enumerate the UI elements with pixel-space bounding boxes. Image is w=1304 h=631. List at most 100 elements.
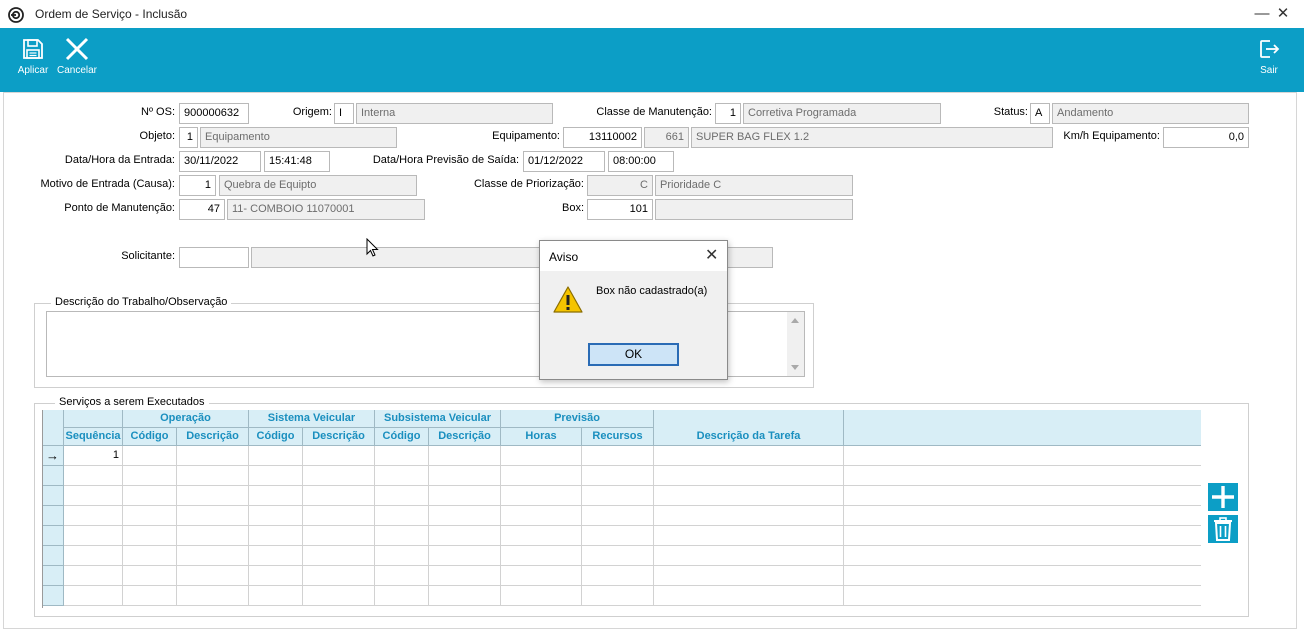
grid-cell[interactable] [501, 546, 582, 566]
grid-cell[interactable] [844, 526, 1201, 546]
row-indicator[interactable] [43, 506, 64, 526]
grid-cell[interactable] [654, 526, 844, 546]
previsao-saida-date-field[interactable]: 01/12/2022 [523, 151, 605, 172]
cancel-button[interactable]: Cancelar [56, 28, 98, 92]
grid-cell[interactable] [249, 546, 303, 566]
grid-cell[interactable] [501, 486, 582, 506]
descricao-scrollbar[interactable] [787, 312, 804, 376]
row-indicator[interactable]: → [43, 446, 64, 466]
grid-cell[interactable] [844, 546, 1201, 566]
grid-cell[interactable] [429, 486, 501, 506]
servicos-grid[interactable]: Operação Sistema Veicular Subsistema Vei… [42, 410, 1201, 608]
grid-cell[interactable] [249, 526, 303, 546]
grid-cell[interactable] [303, 446, 375, 466]
grid-col-descricao-tarefa[interactable]: Descrição da Tarefa [654, 410, 844, 446]
row-indicator[interactable] [43, 586, 64, 606]
objeto-code-field[interactable]: 1 [179, 127, 198, 148]
grid-cell[interactable] [501, 446, 582, 466]
grid-cell[interactable] [303, 586, 375, 606]
classe-manutencao-code-field[interactable]: 1 [715, 103, 741, 124]
grid-cell[interactable] [375, 446, 429, 466]
grid-cell[interactable] [582, 526, 654, 546]
grid-cell[interactable] [303, 546, 375, 566]
grid-cell[interactable] [303, 506, 375, 526]
grid-cell[interactable] [64, 586, 123, 606]
grid-cell[interactable] [123, 486, 177, 506]
grid-cell[interactable] [249, 466, 303, 486]
grid-cell[interactable] [123, 446, 177, 466]
grid-cell[interactable] [64, 486, 123, 506]
grid-col-subsistema-descricao[interactable]: Descrição [429, 428, 501, 446]
origem-code-field[interactable]: I [334, 103, 354, 124]
grid-cell[interactable] [249, 506, 303, 526]
scroll-down-icon[interactable] [791, 365, 799, 370]
solicitante-code-field[interactable] [179, 247, 249, 268]
grid-cell[interactable] [501, 466, 582, 486]
grid-cell[interactable] [375, 546, 429, 566]
exit-button[interactable]: Sair [1252, 28, 1286, 92]
grid-cell[interactable] [64, 546, 123, 566]
grid-cell[interactable] [654, 486, 844, 506]
entrada-time-field[interactable]: 15:41:48 [264, 151, 330, 172]
scroll-up-icon[interactable] [791, 318, 799, 323]
grid-cell[interactable] [582, 446, 654, 466]
grid-cell[interactable] [123, 546, 177, 566]
grid-cell[interactable] [582, 566, 654, 586]
grid-cell[interactable] [501, 506, 582, 526]
close-window-button[interactable]: ✕ [1272, 4, 1294, 24]
grid-cell[interactable] [177, 446, 249, 466]
minimize-button[interactable]: — [1251, 4, 1273, 24]
grid-cell[interactable] [249, 586, 303, 606]
grid-cell[interactable] [64, 466, 123, 486]
grid-cell[interactable] [501, 566, 582, 586]
grid-cell[interactable] [375, 466, 429, 486]
grid-cell[interactable] [429, 506, 501, 526]
grid-cell[interactable] [582, 486, 654, 506]
grid-col-subsistema-codigo[interactable]: Código [375, 428, 429, 446]
grid-cell[interactable] [582, 506, 654, 526]
grid-cell[interactable] [123, 506, 177, 526]
row-indicator[interactable] [43, 526, 64, 546]
grid-cell[interactable] [177, 586, 249, 606]
grid-cell[interactable] [249, 446, 303, 466]
grid-cell[interactable] [654, 546, 844, 566]
grid-cell[interactable] [177, 466, 249, 486]
grid-cell[interactable] [501, 526, 582, 546]
grid-cell[interactable] [375, 486, 429, 506]
dialog-ok-button[interactable]: OK [588, 343, 679, 366]
grid-cell-sequencia[interactable]: 1 [64, 446, 123, 466]
row-indicator[interactable] [43, 466, 64, 486]
row-indicator[interactable] [43, 546, 64, 566]
os-number-field[interactable]: 900000632 [179, 103, 249, 124]
grid-cell[interactable] [654, 566, 844, 586]
grid-cell[interactable] [177, 566, 249, 586]
row-indicator[interactable] [43, 566, 64, 586]
grid-cell[interactable] [177, 506, 249, 526]
grid-cell[interactable] [844, 586, 1201, 606]
grid-cell[interactable] [582, 546, 654, 566]
grid-cell[interactable] [429, 466, 501, 486]
grid-cell[interactable] [429, 526, 501, 546]
grid-cell[interactable] [582, 466, 654, 486]
grid-cell[interactable] [123, 566, 177, 586]
grid-cell[interactable] [654, 466, 844, 486]
grid-cell[interactable] [375, 566, 429, 586]
grid-cell[interactable] [501, 586, 582, 606]
grid-cell[interactable] [375, 526, 429, 546]
grid-col-operacao-codigo[interactable]: Código [123, 428, 177, 446]
grid-cell[interactable] [64, 566, 123, 586]
grid-cell[interactable] [177, 546, 249, 566]
grid-cell[interactable] [429, 546, 501, 566]
grid-cell[interactable] [429, 446, 501, 466]
grid-cell[interactable] [249, 486, 303, 506]
grid-cell[interactable] [249, 566, 303, 586]
previsao-saida-time-field[interactable]: 08:00:00 [608, 151, 674, 172]
grid-col-sequencia[interactable]: Sequência [64, 428, 123, 446]
delete-row-button[interactable] [1208, 515, 1238, 543]
grid-cell[interactable] [303, 526, 375, 546]
grid-cell[interactable] [429, 566, 501, 586]
grid-cell[interactable] [303, 486, 375, 506]
row-indicator[interactable] [43, 486, 64, 506]
grid-col-operacao-descricao[interactable]: Descrição [177, 428, 249, 446]
grid-cell[interactable] [64, 506, 123, 526]
